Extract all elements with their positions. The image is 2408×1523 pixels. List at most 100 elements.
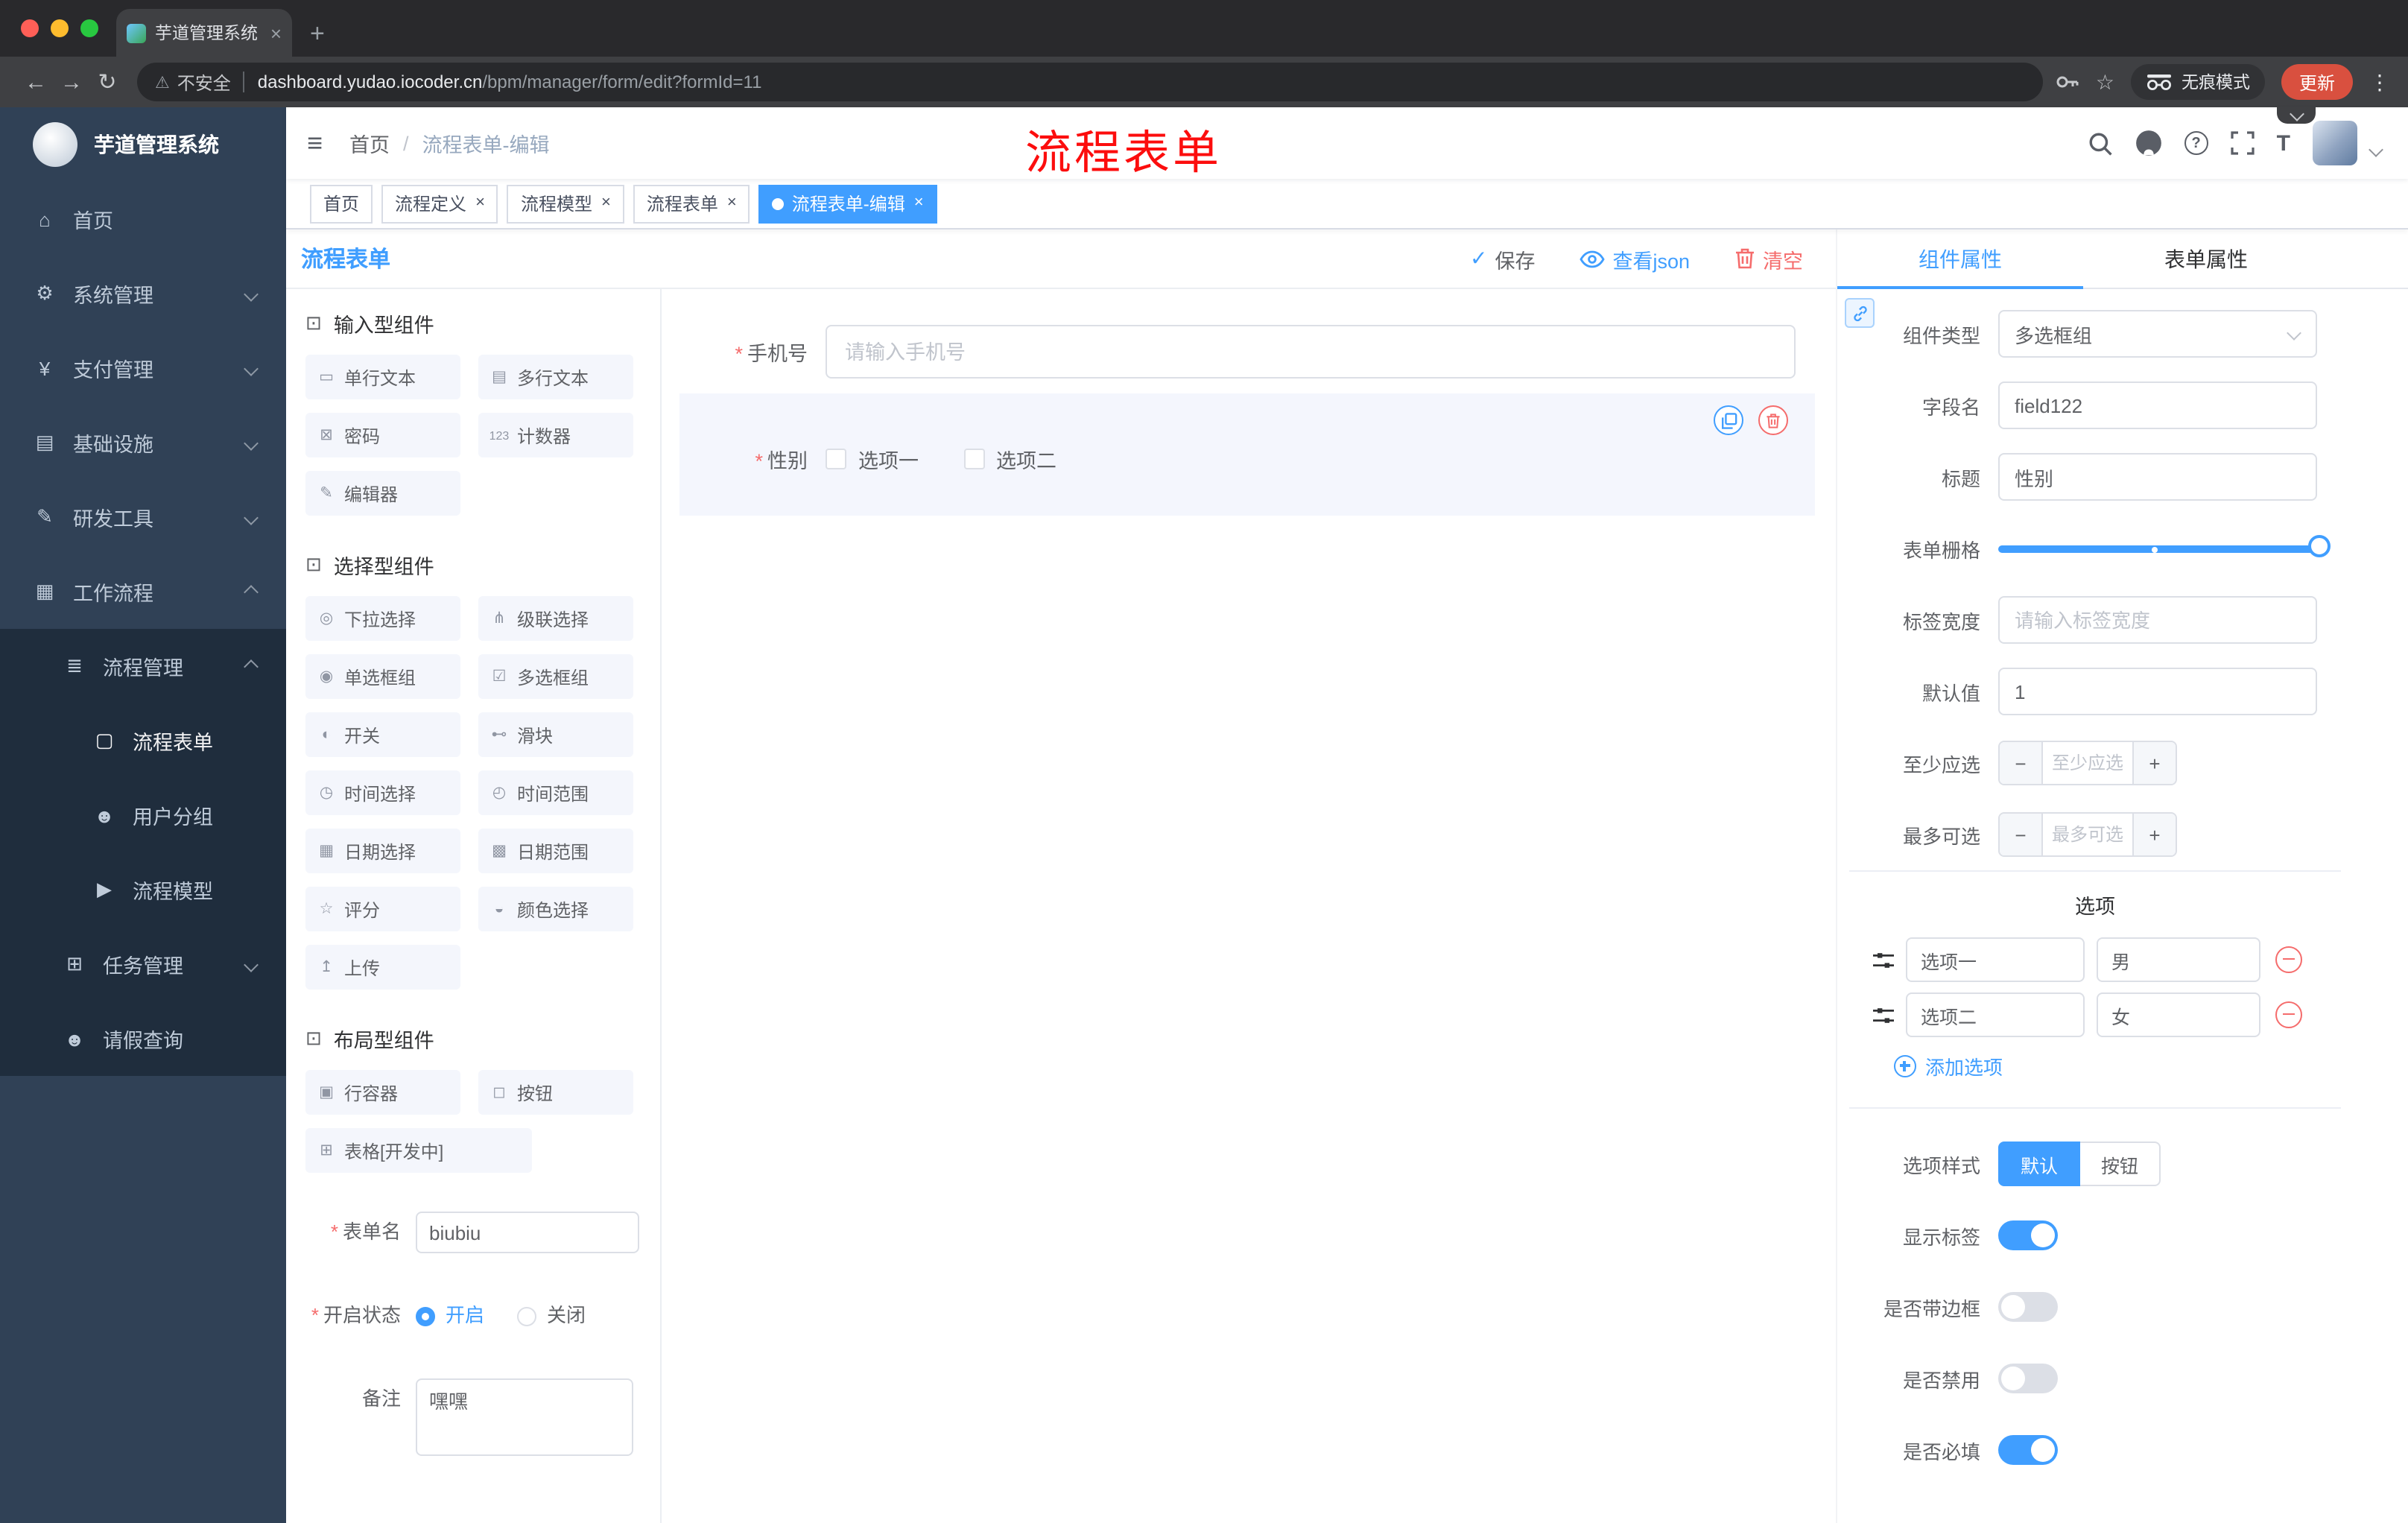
max-input[interactable] (2041, 814, 2134, 855)
clear-button[interactable]: 清空 (1734, 244, 1803, 273)
tab-component-props[interactable]: 组件属性 (1837, 229, 2083, 289)
grid-slider[interactable] (1998, 525, 2331, 572)
palette-item-single-text[interactable]: ▭ 单行文本 (305, 355, 460, 399)
github-icon[interactable] (2135, 130, 2162, 156)
canvas-field-phone[interactable]: 手机号 (662, 325, 1836, 379)
palette-item-select[interactable]: ◎ 下拉选择 (305, 596, 460, 641)
palette-item-counter[interactable]: 123 计数器 (478, 413, 633, 457)
sidebar-item-user-group[interactable]: ☻ 用户分组 (0, 778, 286, 852)
url-field[interactable]: ⚠ 不安全 dashboard.yudao.iocoder.cn /bpm/ma… (137, 63, 2044, 101)
palette-item-row-container[interactable]: ▣ 行容器 (305, 1070, 460, 1115)
phone-input[interactable] (826, 325, 1796, 379)
tag-process-form-edit[interactable]: 流程表单-编辑 × (758, 184, 937, 223)
tab-close-icon[interactable]: × (270, 22, 282, 44)
gender-option-2[interactable]: 选项二 (963, 444, 1056, 474)
palette-item-radio-group[interactable]: ◉ 单选框组 (305, 654, 460, 699)
tag-process-model[interactable]: 流程模型 × (507, 184, 624, 223)
component-type-select[interactable]: 多选框组 (1998, 310, 2317, 358)
tag-close-icon[interactable]: × (475, 194, 485, 212)
plus-button[interactable]: + (2134, 742, 2176, 784)
zoom-window-button[interactable] (80, 19, 98, 37)
minus-button[interactable]: − (2000, 814, 2041, 855)
font-size-icon[interactable]: T (2277, 130, 2290, 156)
palette-item-multiline-text[interactable]: ▤ 多行文本 (478, 355, 633, 399)
palette-item-switch[interactable]: ◐ 开关 (305, 712, 460, 757)
status-radio-on[interactable]: 开启 (416, 1295, 484, 1337)
update-browser-button[interactable]: 更新 (2281, 64, 2353, 100)
browser-pull-tab[interactable] (2277, 106, 2316, 124)
palette-item-date-picker[interactable]: ▦ 日期选择 (305, 829, 460, 873)
tag-close-icon[interactable]: × (914, 194, 924, 212)
required-switch[interactable] (1998, 1435, 2058, 1465)
browser-tab[interactable]: 芋道管理系统 × (116, 9, 292, 57)
tag-close-icon[interactable]: × (601, 194, 611, 212)
option-label-input[interactable] (1906, 937, 2085, 982)
minimize-window-button[interactable] (51, 19, 69, 37)
remove-option-icon[interactable] (2275, 1001, 2302, 1028)
hamburger-icon[interactable]: ≡ (307, 127, 323, 159)
palette-item-button[interactable]: ◻ 按钮 (478, 1070, 633, 1115)
palette-item-date-range[interactable]: ▩ 日期范围 (478, 829, 633, 873)
save-button[interactable]: ✓ 保存 (1470, 244, 1535, 273)
slider-handle[interactable] (2308, 535, 2331, 557)
option-value-input[interactable] (2097, 937, 2260, 982)
reload-icon[interactable]: ↻ (89, 69, 125, 95)
tab-form-props[interactable]: 表单属性 (2083, 229, 2329, 288)
tag-close-icon[interactable]: × (727, 194, 737, 212)
palette-item-upload[interactable]: ↥ 上传 (305, 945, 460, 990)
form-name-input[interactable] (416, 1212, 639, 1253)
minus-button[interactable]: − (2000, 742, 2041, 784)
sidebar-item-system[interactable]: ⚙ 系统管理 (0, 256, 286, 331)
option-label-input[interactable] (1906, 992, 2085, 1037)
sidebar-item-task-management[interactable]: ⊞ 任务管理 (0, 927, 286, 1001)
sidebar-item-home[interactable]: ⌂ 首页 (0, 182, 286, 256)
palette-item-color-picker[interactable]: ◒ 颜色选择 (478, 887, 633, 931)
forward-icon[interactable]: → (54, 69, 89, 95)
security-label[interactable]: 不安全 (177, 69, 231, 95)
palette-item-cascader[interactable]: ⋔ 级联选择 (478, 596, 633, 641)
close-window-button[interactable] (21, 19, 39, 37)
sidebar-item-process-management[interactable]: ≣ 流程管理 (0, 629, 286, 703)
palette-item-editor[interactable]: ✎ 编辑器 (305, 471, 460, 516)
default-value-input[interactable] (1998, 668, 2317, 715)
copy-widget-button[interactable] (1714, 405, 1743, 435)
style-default-button[interactable]: 默认 (1998, 1142, 2081, 1186)
palette-item-checkbox-group[interactable]: ☑ 多选框组 (478, 654, 633, 699)
border-switch[interactable] (1998, 1292, 2058, 1322)
option-value-input[interactable] (2097, 992, 2260, 1037)
canvas-field-gender-selected[interactable]: 性别 选项一 选项二 (679, 393, 1815, 516)
remove-option-icon[interactable] (2275, 946, 2302, 973)
avatar-caret-icon[interactable] (2369, 142, 2383, 156)
sidebar-item-devtools[interactable]: ✎ 研发工具 (0, 480, 286, 554)
bookmark-star-icon[interactable]: ☆ (2096, 69, 2114, 95)
form-remark-textarea[interactable]: 嘿嘿 (416, 1378, 633, 1456)
add-option-button[interactable]: 添加选项 (1894, 1052, 2341, 1080)
password-key-icon[interactable] (2056, 70, 2079, 94)
sidebar-item-workflow[interactable]: ▦ 工作流程 (0, 554, 286, 629)
new-tab-button[interactable]: + (310, 21, 325, 46)
plus-button[interactable]: + (2134, 814, 2176, 855)
show-label-switch[interactable] (1998, 1220, 2058, 1250)
breadcrumb-home[interactable]: 首页 (349, 128, 390, 158)
palette-item-table[interactable]: ⊞ 表格[开发中] (305, 1128, 532, 1173)
style-button-button[interactable]: 按钮 (2080, 1142, 2161, 1186)
disabled-switch[interactable] (1998, 1364, 2058, 1393)
drag-handle-icon[interactable] (1873, 1007, 1894, 1023)
gender-option-1[interactable]: 选项一 (826, 444, 919, 474)
field-name-input[interactable] (1998, 381, 2317, 429)
tag-home[interactable]: 首页 (310, 184, 373, 223)
sidebar-item-leave-query[interactable]: ☻ 请假查询 (0, 1001, 286, 1076)
status-radio-off[interactable]: 关闭 (517, 1295, 586, 1337)
palette-item-time-picker[interactable]: ◷ 时间选择 (305, 770, 460, 815)
title-input[interactable] (1998, 453, 2317, 501)
search-icon[interactable] (2088, 130, 2113, 156)
min-input[interactable] (2041, 742, 2134, 784)
help-icon[interactable]: ? (2184, 131, 2208, 155)
user-avatar[interactable] (2313, 121, 2357, 165)
fullscreen-icon[interactable] (2231, 131, 2255, 155)
palette-item-rate[interactable]: ☆ 评分 (305, 887, 460, 931)
drag-handle-icon[interactable] (1873, 952, 1894, 968)
sidebar-item-payment[interactable]: ¥ 支付管理 (0, 331, 286, 405)
browser-menu-icon[interactable]: ⋮ (2369, 69, 2390, 95)
sidebar-item-infrastructure[interactable]: ▤ 基础设施 (0, 405, 286, 480)
